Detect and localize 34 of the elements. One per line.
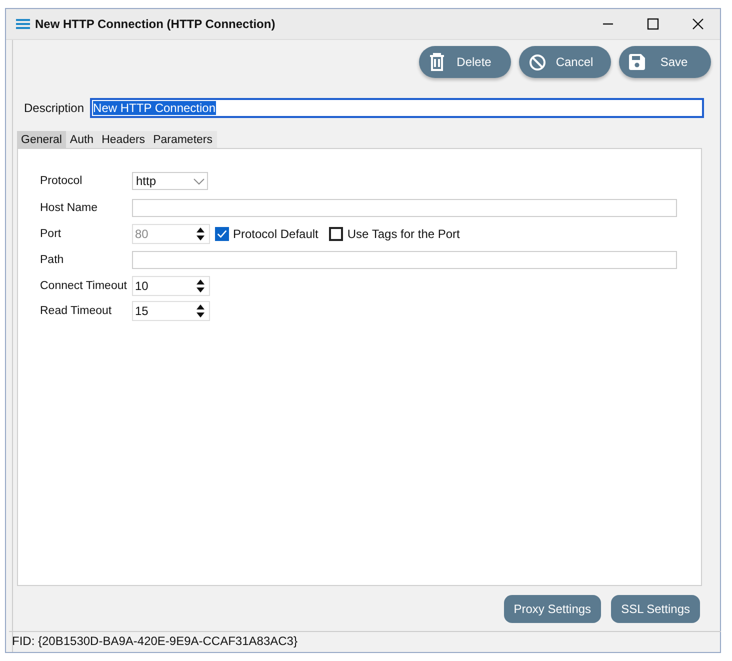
spin-field[interactable]: 15 <box>132 300 210 320</box>
delete-button[interactable]: Delete <box>419 46 511 78</box>
settings-button[interactable]: SSL Settings <box>611 595 700 623</box>
input-field[interactable] <box>132 250 677 268</box>
save-button[interactable]: Save <box>619 46 711 78</box>
field-label: Port <box>40 228 62 240</box>
spinner-arrows-icon[interactable] <box>196 278 205 292</box>
checkbox-label: Use Tags for the Port <box>347 226 460 240</box>
input-field[interactable] <box>132 198 677 216</box>
field-label: Host Name <box>40 202 99 214</box>
status-text: FID: {20B1530D-BA9A-420E-9E9A-CCAF31A83AC3} <box>9 631 721 652</box>
tab[interactable]: Parameters <box>149 131 216 148</box>
checkbox-label: Protocol Default <box>233 226 318 240</box>
prohibited-icon <box>529 54 546 70</box>
settings-button[interactable]: Proxy Settings <box>504 595 602 623</box>
description-label: Description <box>24 101 84 115</box>
field-label: Connect Timeout <box>40 280 128 292</box>
trash-icon <box>429 53 445 71</box>
description-field[interactable]: New HTTP Connection <box>90 98 704 118</box>
maximize-icon[interactable] <box>647 18 659 30</box>
field-label: Read Timeout <box>40 304 113 316</box>
tab[interactable]: Headers <box>98 131 150 148</box>
chevron-icon <box>193 178 205 184</box>
tab[interactable]: General <box>17 131 66 148</box>
spin-field[interactable]: 10 <box>132 276 210 296</box>
field-label: Protocol <box>40 175 84 187</box>
protocol-dropdown[interactable]: http <box>132 172 208 190</box>
tab[interactable]: Auth <box>66 131 98 148</box>
menu-icon[interactable] <box>16 19 30 29</box>
window-title: New HTTP Connection (HTTP Connection) <box>35 17 276 31</box>
field-label: Path <box>40 254 65 266</box>
cancel-button[interactable]: Cancel <box>519 46 611 78</box>
close-icon[interactable] <box>692 18 704 30</box>
spinner-arrows-icon[interactable] <box>196 304 205 318</box>
